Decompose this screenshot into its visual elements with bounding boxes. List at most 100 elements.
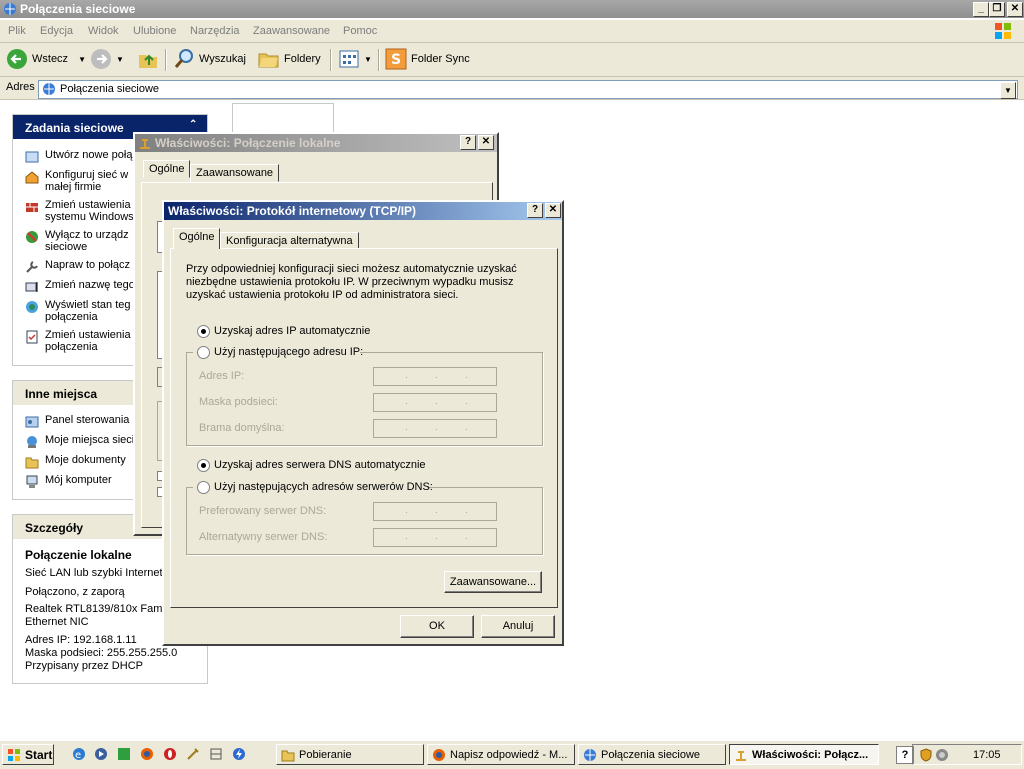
ip-manual-label[interactable]: Użyj następującego adresu IP:: [214, 346, 363, 358]
task-label: Utwórz nowe połą: [45, 149, 133, 161]
up-folder-button[interactable]: [137, 48, 159, 70]
window-titlebar[interactable]: Połączenia sieciowe _ ❐ ✕: [0, 0, 1024, 18]
close-button[interactable]: ✕: [1007, 2, 1023, 17]
dns-manual-label[interactable]: Użyj następujących adresów serwerów DNS:: [214, 481, 433, 493]
task-change-settings[interactable]: Zmień ustawienia połączenia: [25, 329, 131, 353]
place-control-panel[interactable]: Panel sterowania: [25, 414, 129, 429]
tab-advanced[interactable]: Zaawansowane: [190, 164, 280, 182]
alternate-dns-input[interactable]: ...: [373, 528, 497, 547]
taskbar-button-network-connections[interactable]: Połączenia sieciowe: [578, 744, 726, 765]
menu-help[interactable]: Pomoc: [343, 25, 377, 37]
task-repair-connection[interactable]: Napraw to połącz: [25, 259, 130, 274]
network-tool-icon[interactable]: [209, 747, 223, 761]
default-gateway-input[interactable]: ...: [373, 419, 497, 438]
back-button[interactable]: Wstecz ▼: [6, 48, 86, 70]
close-button[interactable]: ✕: [545, 203, 561, 218]
menu-view[interactable]: Widok: [88, 25, 119, 37]
back-dropdown-icon[interactable]: ▼: [78, 55, 86, 64]
task-setup-small-office[interactable]: Konfiguruj sieć w małej firmie: [25, 169, 128, 193]
back-label: Wstecz: [32, 53, 69, 65]
dns-auto-radio[interactable]: [197, 459, 210, 472]
search-label: Wyszukaj: [199, 53, 246, 65]
menu-tools[interactable]: Narzędzia: [190, 25, 240, 37]
folder-sync-label: Folder Sync: [411, 53, 470, 65]
tab-general[interactable]: Ogólne: [143, 160, 191, 178]
folders-label: Foldery: [284, 53, 321, 65]
local-connection-dialog-titlebar[interactable]: Właściwości: Połączenie lokalne ? ✕: [135, 134, 497, 152]
taskbar-button-firefox[interactable]: Napisz odpowiedź - M...: [427, 744, 575, 765]
task-view-status[interactable]: Wyświetl stan teg połączenia: [25, 299, 131, 323]
system-tray: 17:05: [912, 744, 1022, 765]
close-button[interactable]: ✕: [478, 135, 494, 150]
advanced-button[interactable]: Zaawansowane...: [444, 571, 542, 593]
menu-file[interactable]: Plik: [8, 25, 26, 37]
place-label: Panel sterowania: [45, 414, 130, 426]
network-status-icon[interactable]: [935, 748, 949, 762]
taskbar-button-label: Połączenia sieciowe: [601, 748, 701, 761]
task-label: Zmień nazwę tego: [45, 279, 135, 291]
collapse-chevron-icon[interactable]: ⌃: [189, 119, 197, 130]
svg-text:S: S: [391, 52, 401, 68]
task-change-firewall[interactable]: Zmień ustawienia systemu Windows: [25, 199, 134, 223]
task-label: Zmień ustawienia systemu Windows: [45, 199, 134, 223]
taskbar-button-downloads[interactable]: Pobieranie: [276, 744, 424, 765]
address-dropdown-button[interactable]: ▼: [1000, 82, 1016, 99]
folder-sync-button[interactable]: S Folder Sync: [385, 48, 470, 70]
start-button[interactable]: Start: [2, 744, 54, 765]
firefox-icon[interactable]: [140, 747, 154, 761]
task-create-connection[interactable]: Utwórz nowe połą: [25, 149, 132, 164]
place-my-computer[interactable]: Mój komputer: [25, 474, 112, 489]
place-network-places[interactable]: Moje miejsca sieci: [25, 434, 134, 449]
preferred-dns-input[interactable]: ...: [373, 502, 497, 521]
subnet-mask-input[interactable]: ...: [373, 393, 497, 412]
settings-checklist-icon: [26, 330, 38, 344]
menu-edit[interactable]: Edycja: [40, 25, 73, 37]
green-app-icon[interactable]: [117, 747, 131, 761]
toolbar-separator: [330, 49, 332, 71]
task-rename-connection[interactable]: Zmień nazwę tego: [25, 279, 135, 294]
network-connections-icon: [584, 748, 596, 761]
media-player-icon[interactable]: [94, 747, 108, 761]
restore-button[interactable]: ❐: [989, 2, 1005, 17]
details-connection-name: Połączenie lokalne: [25, 548, 132, 562]
dns-auto-label[interactable]: Uzyskaj adres serwera DNS automatycznie: [214, 459, 426, 471]
alternate-dns-label: Alternatywny serwer DNS:: [199, 531, 328, 543]
ip-auto-label[interactable]: Uzyskaj adres IP automatycznie: [214, 325, 370, 337]
place-label: Moje miejsca sieci: [45, 434, 135, 446]
firefox-icon: [433, 748, 445, 761]
preferred-dns-label: Preferowany serwer DNS:: [199, 505, 327, 517]
ip-manual-radio[interactable]: [197, 346, 210, 359]
menu-advanced[interactable]: Zaawansowane: [253, 25, 330, 37]
ok-button[interactable]: OK: [400, 615, 474, 638]
help-button[interactable]: ?: [460, 135, 476, 150]
tool-icon[interactable]: [186, 747, 200, 761]
shield-icon[interactable]: [919, 748, 933, 762]
lightning-icon[interactable]: [232, 747, 246, 761]
cancel-button[interactable]: Anuluj: [481, 615, 555, 638]
tab-general[interactable]: Ogólne: [173, 228, 221, 249]
taskbar-button-properties[interactable]: Właściwości: Połącz...: [729, 744, 879, 765]
ip-auto-radio[interactable]: [197, 325, 210, 338]
window-title: Połączenia sieciowe: [20, 2, 136, 16]
details-connection-type: Sieć LAN lub szybki Internet: [25, 567, 163, 579]
minimize-button[interactable]: _: [973, 2, 989, 17]
place-my-documents[interactable]: Moje dokumenty: [25, 454, 126, 469]
address-input[interactable]: Połączenia sieciowe ▼: [38, 80, 1018, 99]
home-network-icon: [25, 171, 39, 184]
details-title: Szczegóły: [25, 521, 84, 535]
views-button[interactable]: ▼: [338, 48, 372, 70]
ie-icon[interactable]: e: [72, 747, 86, 761]
folders-button[interactable]: Foldery: [258, 48, 321, 70]
menu-bar: Plik Edycja Widok Ulubione Narzędzia Zaa…: [0, 20, 1024, 43]
search-button[interactable]: Wyszukaj: [173, 48, 246, 70]
tcpip-dialog-titlebar[interactable]: Właściwości: Protokół internetowy (TCP/I…: [164, 202, 562, 220]
dns-manual-radio[interactable]: [197, 481, 210, 494]
menu-favorites[interactable]: Ulubione: [133, 25, 176, 37]
ip-address-input[interactable]: ...: [373, 367, 497, 386]
opera-icon[interactable]: [163, 747, 177, 761]
help-button[interactable]: ?: [527, 203, 543, 218]
views-dropdown-icon[interactable]: ▼: [364, 55, 372, 64]
forward-dropdown-icon[interactable]: ▼: [116, 55, 124, 64]
task-disable-device[interactable]: Wyłącz to urządz sieciowe: [25, 229, 129, 253]
forward-button[interactable]: ▼: [90, 48, 124, 70]
